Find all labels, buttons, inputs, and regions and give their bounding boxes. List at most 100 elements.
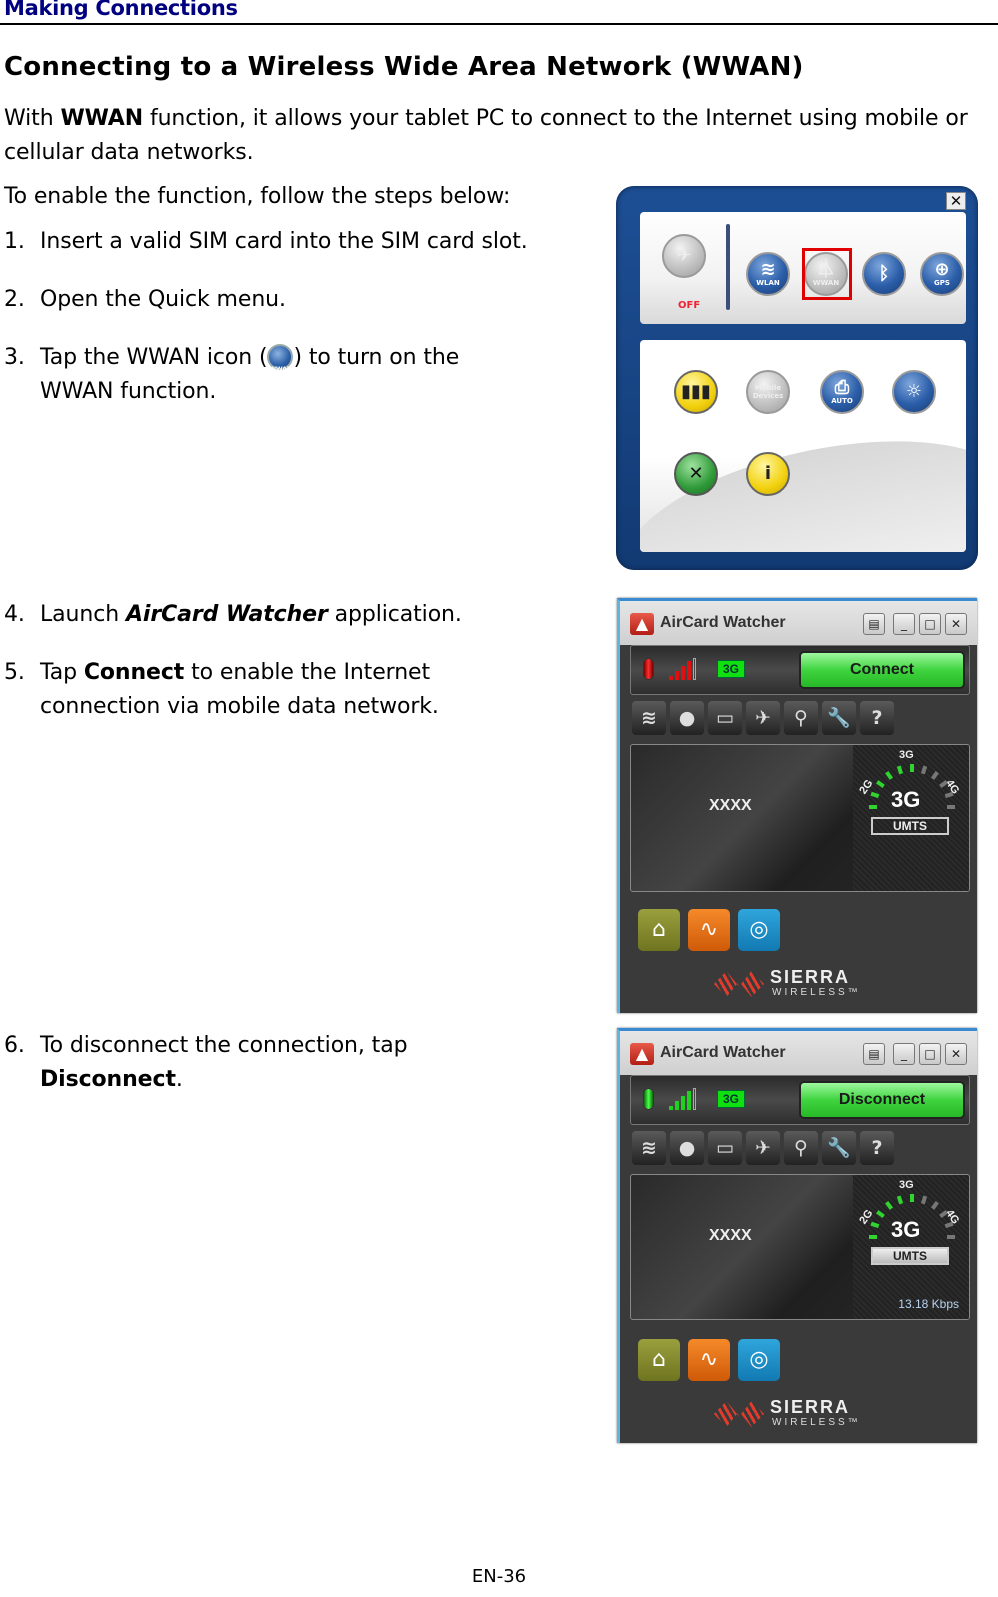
- app-logo-icon: ▲: [630, 1043, 654, 1065]
- connect-toggle-button[interactable]: Disconnect: [799, 1081, 965, 1119]
- brightness-button[interactable]: ☼: [892, 370, 936, 414]
- aircard-watcher-window-connect: ▲ AirCard Watcher ▤ _ □ ✕ 3G Connect ≋ ●…: [617, 598, 977, 1013]
- quick-menu-panel: ✕ ✈ OFF ≋ WLAN ⏃ WWAN ᛒ ⊕ GPS ▮▮▮ Mobile De…: [616, 186, 978, 570]
- connection-led-indicator: [643, 1088, 654, 1110]
- bluetooth-toggle[interactable]: ᛒ: [862, 252, 906, 296]
- sms-tool-button[interactable]: ●: [670, 1131, 704, 1165]
- step-3: 3. Tap the WWAN icon (WWAN) to turn on t…: [4, 341, 459, 404]
- satellite-tool-button[interactable]: ⚲: [784, 701, 818, 735]
- wlan-label: WLAN: [756, 279, 780, 287]
- window-menu-button[interactable]: ▤: [863, 613, 885, 635]
- airplane-tool-button[interactable]: ✈: [746, 701, 780, 735]
- carrier-name: XXXX: [709, 797, 752, 814]
- signal-bar: [681, 666, 685, 680]
- airplane-tool-button[interactable]: ✈: [746, 1131, 780, 1165]
- battery-icon: ▮▮▮: [681, 381, 711, 402]
- step-text-line2: connection via mobile data network.: [40, 694, 439, 719]
- maximize-button[interactable]: □: [919, 1043, 941, 1065]
- carrier-name: XXXX: [709, 1227, 752, 1244]
- status-bar: 3G Disconnect: [630, 1075, 970, 1125]
- close-button[interactable]: ✕: [945, 1043, 967, 1065]
- gps-icon: ⊕: [934, 259, 950, 280]
- gauge-segment: [876, 1210, 885, 1219]
- step-1: 1. Insert a valid SIM card into the SIM …: [4, 225, 528, 259]
- info-button[interactable]: i: [746, 452, 790, 496]
- status-bar: 3G Connect: [630, 645, 970, 695]
- bluetooth-icon: ᛒ: [878, 263, 890, 284]
- auto-rotate-button[interactable]: ⎙ AUTO: [820, 370, 864, 414]
- sim-tool-button[interactable]: ▭: [708, 1131, 742, 1165]
- home-app-button[interactable]: ⌂: [638, 1339, 680, 1381]
- signal-bar: [687, 661, 691, 680]
- intro-bold: WWAN: [60, 106, 144, 131]
- window-title: AirCard Watcher: [660, 614, 786, 631]
- data-speed: 13.18 Kbps: [898, 1297, 959, 1311]
- brand-subname: WIRELESS™: [772, 1417, 861, 1428]
- gps-toggle[interactable]: ⊕ GPS: [920, 252, 964, 296]
- network-display: XXXX 3G 2G 4G 3G UMTS 13.18 Kbps: [630, 1174, 970, 1320]
- sierra-logo-mark-icon: [714, 1401, 764, 1427]
- gauge-segment: [885, 1201, 894, 1210]
- step-text-line1: To disconnect the connection, tap: [40, 1033, 408, 1058]
- gps-label: GPS: [934, 279, 950, 287]
- wifi-tool-button[interactable]: ≋: [632, 1131, 666, 1165]
- signal-bar: [687, 1091, 691, 1110]
- signal-strength-icon: [669, 658, 701, 680]
- gauge-segment: [896, 1195, 904, 1205]
- maximize-button[interactable]: □: [919, 613, 941, 635]
- network-type-badge: 3G: [717, 660, 745, 678]
- connect-toggle-button[interactable]: Connect: [799, 651, 965, 689]
- gauge-segment: [930, 1201, 939, 1210]
- rotate-icon: ⎙: [834, 377, 850, 398]
- settings-tool-button[interactable]: 🔧: [822, 701, 856, 735]
- close-button[interactable]: ✕: [945, 613, 967, 635]
- gauge-current-network: 3G: [891, 787, 921, 812]
- step-number: 3.: [4, 345, 25, 370]
- gauge-segment: [920, 765, 928, 775]
- battery-button[interactable]: ▮▮▮: [674, 370, 718, 414]
- step-number: 6.: [4, 1033, 25, 1058]
- step-text-post: to enable the Internet: [184, 660, 431, 685]
- network-gauge: 3G 2G 4G 3G UMTS 13.18 Kbps: [853, 1175, 969, 1319]
- home-app-button[interactable]: ⌂: [638, 909, 680, 951]
- minimize-button[interactable]: _: [893, 613, 915, 635]
- step-text-post: .: [175, 1067, 183, 1092]
- step-text-pre: Tap the WWAN icon (: [40, 345, 268, 370]
- window-titlebar[interactable]: ▲ AirCard Watcher ▤ _ □ ✕: [620, 601, 977, 645]
- sms-tool-button[interactable]: ●: [670, 701, 704, 735]
- sim-tool-button[interactable]: ▭: [708, 701, 742, 735]
- step-bold: Disconnect: [40, 1067, 176, 1092]
- help-tool-button[interactable]: ?: [860, 1131, 894, 1165]
- help-app-button[interactable]: ◎: [738, 909, 780, 951]
- signal-bar: [675, 1101, 679, 1110]
- mobile-devices-button[interactable]: Mobile Devices: [746, 370, 790, 414]
- gauge-segment: [885, 771, 894, 780]
- step-text: Open the Quick menu.: [40, 287, 286, 312]
- airplane-mode-toggle[interactable]: ✈: [662, 234, 706, 278]
- window-menu-button[interactable]: ▤: [863, 1043, 885, 1065]
- gauge-segment: [896, 765, 904, 775]
- quick-menu-close-button[interactable]: ✕: [946, 192, 966, 210]
- sierra-logo-mark-icon: [714, 971, 764, 997]
- monitor-app-button[interactable]: ∿: [688, 1339, 730, 1381]
- help-tool-button[interactable]: ?: [860, 701, 894, 735]
- settings-button[interactable]: ✕: [674, 452, 718, 496]
- window-titlebar[interactable]: ▲ AirCard Watcher ▤ _ □ ✕: [620, 1031, 977, 1075]
- app-logo-icon: ▲: [630, 613, 654, 635]
- help-app-button[interactable]: ◎: [738, 1339, 780, 1381]
- step-text: Tap the WWAN icon (WWAN) to turn on the W…: [40, 341, 459, 409]
- intro-paragraph: With WWAN function, it allows your table…: [4, 102, 984, 170]
- quick-menu-bottom-section: ▮▮▮ Mobile Devices ⎙ AUTO ☼ ✕ i: [640, 340, 966, 552]
- wwan-inline-icon-label: WWAN: [269, 366, 292, 373]
- toolbar: ≋ ● ▭ ✈ ⚲ 🔧 ?: [632, 1131, 972, 1167]
- monitor-app-button[interactable]: ∿: [688, 909, 730, 951]
- minimize-button[interactable]: _: [893, 1043, 915, 1065]
- wifi-tool-button[interactable]: ≋: [632, 701, 666, 735]
- aircard-watcher-window-disconnect: ▲ AirCard Watcher ▤ _ □ ✕ 3G Disconnect …: [617, 1028, 977, 1443]
- settings-tool-button[interactable]: 🔧: [822, 1131, 856, 1165]
- wlan-toggle[interactable]: ≋ WLAN: [746, 252, 790, 296]
- toolbar: ≋ ● ▭ ✈ ⚲ 🔧 ?: [632, 701, 972, 737]
- satellite-tool-button[interactable]: ⚲: [784, 1131, 818, 1165]
- step-text-post: ) to turn on the: [293, 345, 460, 370]
- network-display: XXXX 3G 2G 4G 3G UMTS: [630, 744, 970, 892]
